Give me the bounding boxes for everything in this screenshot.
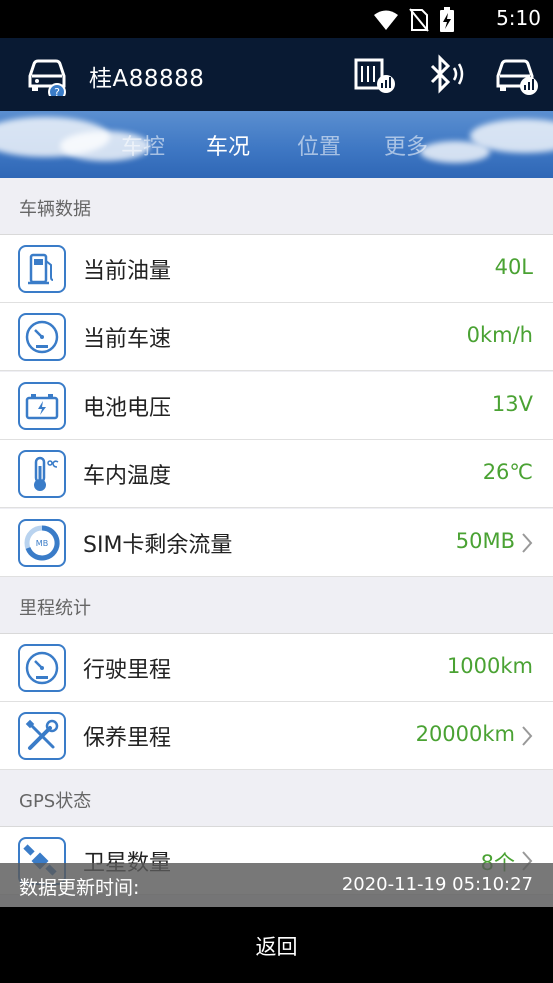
update-time-label: 数据更新时间: [19, 877, 140, 899]
battery-icon [18, 382, 66, 430]
wifi-icon [374, 10, 398, 30]
row-value: 50MB [455, 529, 515, 553]
list-item-speed[interactable]: 当前车速 0km/h [0, 303, 553, 371]
row-value: 20000km [415, 722, 515, 746]
row-label: 电池电压 [83, 396, 172, 421]
odometer-icon [18, 644, 66, 692]
row-label: 当前车速 [83, 327, 172, 352]
chevron-right-icon [522, 726, 533, 746]
row-value: 26℃ [482, 460, 533, 484]
back-button[interactable]: 返回 [0, 907, 553, 983]
row-label: 当前油量 [83, 259, 172, 284]
svg-text:?: ? [54, 86, 60, 96]
data-update-bar: 数据更新时间: 2020-11-19 05:10:27 [0, 863, 553, 907]
list-item-cabin-temperature[interactable]: 车内温度 26℃ [0, 440, 553, 508]
list-item-sim-data[interactable]: MB SIM卡剩余流量 50MB [0, 509, 553, 577]
thermometer-icon [18, 450, 66, 498]
data-usage-icon: MB [18, 519, 66, 567]
device-status-icon[interactable] [352, 52, 398, 96]
row-value: 13V [491, 392, 533, 416]
row-label: 保养里程 [83, 726, 172, 751]
wrench-screwdriver-icon [18, 712, 66, 760]
battery-charging-icon [440, 7, 454, 32]
app-bar: ? 桂A88888 [0, 38, 553, 111]
no-sim-icon [409, 8, 429, 32]
chevron-right-icon [522, 533, 533, 553]
row-label: SIM卡剩余流量 [83, 533, 233, 558]
tab-location[interactable]: 位置 [297, 129, 341, 161]
tab-strip: 车控 车况 位置 更多 [0, 111, 553, 178]
bluetooth-icon[interactable] [424, 52, 470, 96]
section-header-gps-status: GPS状态 [0, 770, 553, 827]
cloud-decoration [420, 141, 490, 163]
row-value: 1000km [446, 654, 533, 678]
section-header-mileage: 里程统计 [0, 577, 553, 634]
svg-text:MB: MB [36, 539, 48, 548]
list-item-maintenance-mileage[interactable]: 保养里程 20000km [0, 702, 553, 770]
fuel-pump-icon [18, 245, 66, 293]
row-value: 0km/h [466, 323, 533, 347]
row-value: 40L [494, 255, 533, 279]
speedometer-icon [18, 313, 66, 361]
license-plate: 桂A88888 [89, 66, 205, 92]
list-item-driving-mileage[interactable]: 行驶里程 1000km [0, 634, 553, 702]
status-time: 5:10 [496, 6, 541, 30]
tab-more[interactable]: 更多 [384, 129, 428, 161]
list-item-fuel[interactable]: 当前油量 40L [0, 235, 553, 303]
tab-vehicle-control[interactable]: 车控 [121, 129, 165, 161]
list-item-battery-voltage[interactable]: 电池电压 13V [0, 372, 553, 440]
car-help-icon[interactable]: ? [24, 52, 70, 96]
row-label: 行驶里程 [83, 658, 172, 683]
tab-vehicle-status[interactable]: 车况 [206, 129, 250, 161]
status-bar: 5:10 [0, 0, 553, 38]
car-stats-icon[interactable] [494, 52, 540, 96]
section-header-vehicle-data: 车辆数据 [0, 178, 553, 235]
update-time-value: 2020-11-19 05:10:27 [341, 874, 533, 895]
row-label: 车内温度 [83, 464, 172, 489]
